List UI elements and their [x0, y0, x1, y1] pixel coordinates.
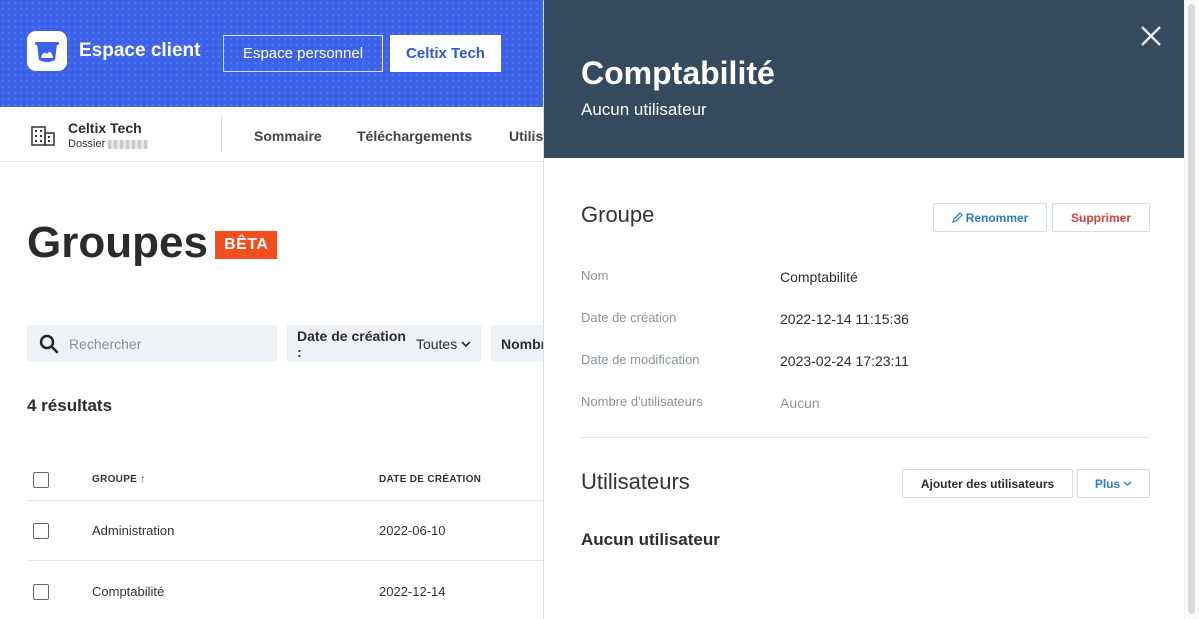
- divider: [221, 117, 222, 152]
- row-checkbox[interactable]: [33, 584, 49, 600]
- rename-button[interactable]: Renommer: [933, 203, 1047, 232]
- column-header-date[interactable]: DATE DE CRÉATION: [379, 474, 481, 485]
- no-users-message: Aucun utilisateur: [581, 530, 720, 549]
- group-detail-panel: Comptabilité Aucun utilisateur Groupe Re…: [543, 0, 1185, 619]
- group-name-cell[interactable]: Comptabilité: [92, 584, 164, 599]
- building-icon: [31, 126, 55, 146]
- date-filter-value: Toutes: [415, 335, 458, 352]
- users-filter-label: Nombr: [501, 335, 543, 352]
- row-checkbox[interactable]: [33, 523, 49, 539]
- tab-utilisateurs[interactable]: Utilis: [509, 128, 543, 144]
- select-all-checkbox[interactable]: [33, 472, 49, 488]
- beta-badge: BÊTA: [215, 231, 278, 259]
- rename-label: Renommer: [965, 210, 1029, 225]
- group-name-cell[interactable]: Administration: [92, 523, 174, 538]
- redacted-dossier-number: [108, 139, 149, 149]
- tab-telechargements[interactable]: Téléchargements: [357, 128, 472, 144]
- panel-title: Comptabilité: [581, 55, 775, 91]
- users-count-filter-dropdown[interactable]: Nombr: [491, 325, 543, 362]
- page-title: Groupes: [27, 218, 208, 267]
- more-dropdown-button[interactable]: Plus: [1077, 469, 1150, 498]
- date-filter-dropdown[interactable]: Date de création : Toutes: [287, 325, 481, 362]
- search-input[interactable]: [69, 335, 259, 352]
- date-filter-label: Date de création :: [297, 327, 406, 360]
- date-cell: 2022-12-14: [379, 584, 446, 599]
- users-section-title: Utilisateurs: [581, 469, 690, 494]
- date-cell: 2022-06-10: [379, 523, 446, 538]
- row-divider: [27, 560, 543, 561]
- company-space-button[interactable]: Celtix Tech: [390, 35, 501, 72]
- panel-subtitle: Aucun utilisateur: [581, 100, 707, 119]
- field-value-name: Comptabilité: [780, 269, 858, 285]
- field-value-modified: 2023-02-24 17:23:11: [780, 353, 909, 369]
- field-label-created: Date de création: [581, 310, 677, 325]
- delete-button[interactable]: Supprimer: [1052, 203, 1150, 232]
- search-icon: [39, 334, 59, 353]
- field-label-name: Nom: [581, 268, 609, 283]
- field-label-user-count: Nombre d'utilisateurs: [581, 394, 703, 409]
- group-section-title: Groupe: [581, 202, 655, 227]
- company-name: Celtix Tech: [68, 120, 142, 136]
- dossier-label: Dossier: [68, 138, 149, 150]
- row-divider: [27, 500, 543, 501]
- pencil-icon: [951, 212, 963, 223]
- tab-sommaire[interactable]: Sommaire: [254, 128, 322, 144]
- brand-title: Espace client: [79, 40, 201, 61]
- column-header-groupe[interactable]: GROUPE ↑: [92, 474, 146, 485]
- add-users-button[interactable]: Ajouter des utilisateurs: [902, 469, 1073, 498]
- chevron-down-icon: [1123, 481, 1132, 486]
- logo-icon[interactable]: [27, 31, 67, 71]
- scrollbar-thumb[interactable]: [1188, 4, 1195, 614]
- field-label-modified: Date de modification: [581, 352, 700, 367]
- section-divider: [581, 437, 1150, 438]
- search-box[interactable]: [27, 325, 277, 362]
- field-value-created: 2022-12-14 11:15:36: [780, 311, 909, 327]
- personal-space-button[interactable]: Espace personnel: [223, 35, 383, 72]
- dossier-text: Dossier: [68, 138, 106, 150]
- chevron-down-icon: [461, 340, 471, 347]
- more-label: Plus: [1094, 476, 1121, 491]
- panel-header: Comptabilité Aucun utilisateur: [544, 0, 1185, 158]
- results-count: 4 résultats: [27, 396, 113, 415]
- close-icon[interactable]: [1140, 25, 1162, 47]
- field-value-user-count: Aucun: [780, 395, 820, 411]
